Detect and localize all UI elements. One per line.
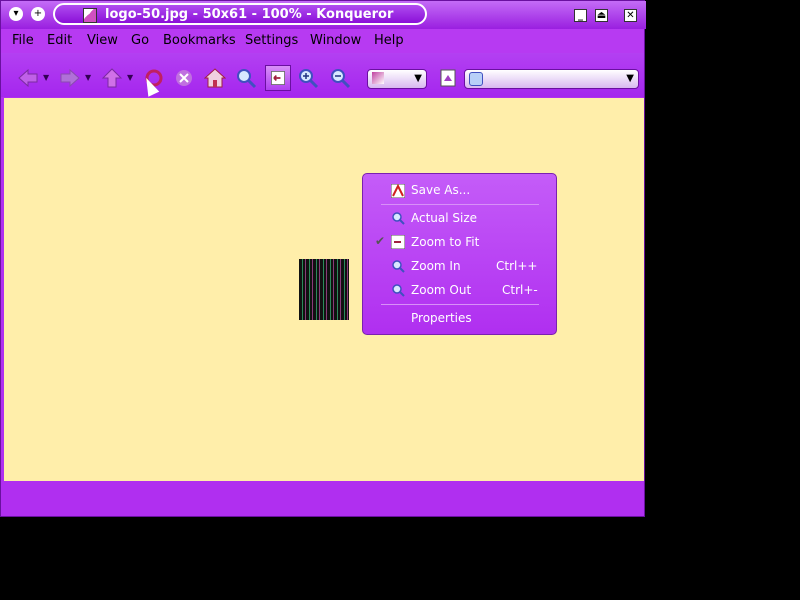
up-icon[interactable] (101, 67, 123, 89)
clear-location-icon[interactable] (437, 67, 459, 89)
menu-item-zoom-to-fit[interactable]: Zoom to Fit (411, 235, 479, 249)
forward-icon[interactable] (59, 67, 81, 89)
zoom-to-fit-icon (391, 235, 405, 249)
actual-size-icon (392, 212, 405, 225)
menu-edit[interactable]: Edit (47, 33, 72, 48)
checkmark-icon: ✔ (375, 234, 386, 248)
displayed-image[interactable] (299, 259, 349, 320)
minimize-button[interactable]: _ (574, 9, 587, 22)
shortcut-zoom-in: Ctrl++ (496, 259, 538, 273)
zoom-icon[interactable] (235, 67, 257, 89)
save-as-icon (391, 184, 405, 198)
zoom-in-icon[interactable] (297, 67, 319, 89)
chevron-down-icon: ▼ (626, 73, 634, 84)
zoom-to-fit-icon (271, 71, 285, 85)
menu-bookmarks[interactable]: Bookmarks (163, 33, 236, 48)
window-menu-button[interactable]: ▾ (9, 7, 23, 21)
up-dropdown-icon[interactable]: ▼ (127, 73, 133, 82)
back-dropdown-icon[interactable]: ▼ (43, 73, 49, 82)
image-file-icon (83, 8, 97, 23)
menu-view[interactable]: View (87, 33, 118, 48)
shortcut-zoom-out: Ctrl+- (502, 283, 538, 297)
menu-separator (381, 304, 539, 305)
chevron-down-icon: ▼ (414, 73, 422, 84)
search-icon (469, 72, 483, 86)
status-bar (4, 482, 644, 515)
menu-go[interactable]: Go (131, 33, 149, 48)
forward-dropdown-icon[interactable]: ▼ (85, 73, 91, 82)
menu-separator (381, 204, 539, 205)
menu-window[interactable]: Window (310, 33, 361, 48)
location-combo[interactable]: ▼ (464, 69, 639, 89)
menu-item-save-as[interactable]: Save As... (411, 183, 470, 197)
stop-icon[interactable] (173, 67, 195, 89)
menu-item-actual-size[interactable]: Actual Size (411, 211, 477, 225)
home-icon[interactable] (204, 67, 226, 89)
close-button[interactable]: ✕ (624, 9, 637, 22)
title-pill: logo-50.jpg - 50x61 - 100% - Konqueror (53, 3, 427, 25)
zoom-out-icon[interactable] (329, 67, 351, 89)
menu-file[interactable]: File (12, 33, 34, 48)
sticky-button[interactable]: + (31, 7, 45, 21)
zoom-out-icon (392, 284, 405, 297)
view-mode-combo[interactable]: ▼ (367, 69, 427, 89)
toolbar: ▼ ▼ ▼ ▼ ▼ (1, 53, 644, 97)
zoom-to-fit-button[interactable] (265, 65, 291, 91)
zoom-in-icon (392, 260, 405, 273)
menu-bar: File Edit View Go Bookmarks Settings Win… (1, 29, 644, 53)
window-title: logo-50.jpg - 50x61 - 100% - Konqueror (105, 7, 394, 22)
menu-item-zoom-in[interactable]: Zoom In (411, 259, 461, 273)
image-viewer-icon (372, 72, 384, 84)
maximize-button[interactable]: ⏏ (595, 9, 608, 22)
menu-help[interactable]: Help (374, 33, 404, 48)
menu-item-zoom-out[interactable]: Zoom Out (411, 283, 471, 297)
title-bar[interactable]: ▾ + logo-50.jpg - 50x61 - 100% - Konquer… (1, 1, 646, 29)
context-menu: Save As... Actual Size ✔ Zoom to Fit Zoo… (362, 173, 557, 335)
menu-settings[interactable]: Settings (245, 33, 298, 48)
menu-item-properties[interactable]: Properties (411, 311, 472, 325)
back-icon[interactable] (17, 67, 39, 89)
